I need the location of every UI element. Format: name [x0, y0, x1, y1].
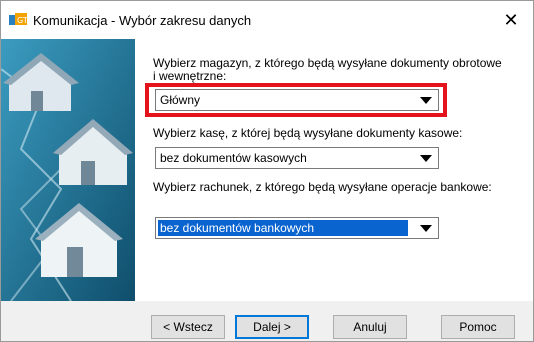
warehouse-select-value: Główny: [160, 93, 201, 107]
chevron-down-icon: [420, 97, 432, 104]
svg-text:GT: GT: [17, 16, 27, 25]
back-button[interactable]: < Wstecz: [151, 315, 225, 339]
cash-register-select-value: bez dokumentów kasowych: [160, 151, 307, 165]
wizard-content: Wybierz magazyn, z którego będą wysyłane…: [135, 39, 533, 301]
app-icon: GT: [9, 13, 27, 25]
cancel-button[interactable]: Anuluj: [333, 315, 407, 339]
chevron-down-icon: [420, 155, 432, 162]
wizard-side-illustration: [1, 39, 135, 301]
next-button[interactable]: Dalej >: [235, 315, 309, 339]
bank-account-select-value: bez dokumentów bankowych: [158, 220, 408, 236]
close-icon: ✕: [503, 9, 519, 30]
dialog-window: GT Komunikacja - Wybór zakresu danych ✕: [0, 0, 534, 342]
chevron-down-icon: [420, 225, 432, 232]
help-button[interactable]: Pomoc: [441, 315, 515, 339]
cash-register-select[interactable]: bez dokumentów kasowych: [155, 147, 439, 169]
warehouse-label: Wybierz magazyn, z którego będą wysyłane…: [153, 56, 502, 83]
warehouse-select[interactable]: Główny: [155, 89, 439, 111]
window-title: Komunikacja - Wybór zakresu danych: [33, 13, 252, 28]
button-bar: < Wstecz Dalej > Anuluj Pomoc: [1, 301, 533, 341]
title-bar: GT Komunikacja - Wybór zakresu danych ✕: [1, 1, 533, 39]
bank-account-select[interactable]: bez dokumentów bankowych: [155, 217, 439, 239]
bank-account-label: Wybierz rachunek, z którego będą wysyłan…: [153, 180, 492, 194]
houses-illustration: [1, 39, 135, 301]
cash-register-label: Wybierz kasę, z której będą wysyłane dok…: [153, 126, 463, 140]
close-button[interactable]: ✕: [493, 5, 529, 35]
